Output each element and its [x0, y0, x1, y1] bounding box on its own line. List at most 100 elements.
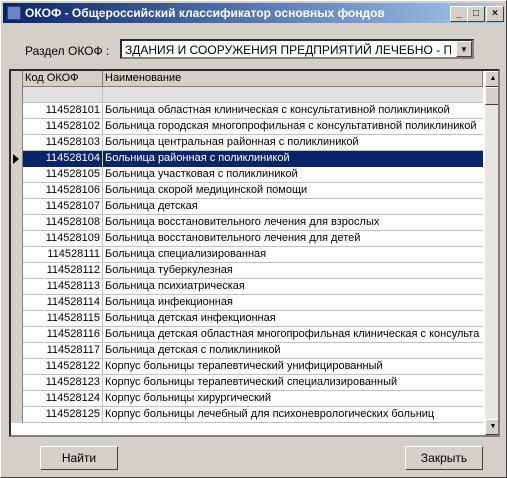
cell-code[interactable]: 114528107	[23, 199, 103, 215]
close-button[interactable]: Закрыть	[405, 446, 483, 470]
row-indicator[interactable]	[11, 263, 23, 279]
filter-code-cell[interactable]	[23, 87, 103, 103]
find-button[interactable]: Найти	[40, 446, 118, 470]
row-indicator[interactable]	[11, 359, 23, 375]
cell-code[interactable]: 114528123	[23, 375, 103, 391]
table-row[interactable]: 114528112 Больница туберкулезная	[11, 263, 483, 279]
cell-code[interactable]: 114528104	[23, 151, 103, 167]
cell-name[interactable]: Больница детская	[103, 199, 483, 215]
cell-code[interactable]: 114528116	[23, 327, 103, 343]
row-indicator[interactable]	[11, 343, 23, 359]
cell-name[interactable]: Больница участковая с поликлиникой	[103, 167, 483, 183]
cell-code[interactable]: 114528108	[23, 215, 103, 231]
cell-code[interactable]: 114528124	[23, 391, 103, 407]
table-row[interactable]: 114528125 Корпус больницы лечебный для пс…	[11, 407, 483, 423]
row-indicator[interactable]	[11, 135, 23, 151]
row-indicator[interactable]	[11, 215, 23, 231]
dropdown-arrow-icon[interactable]: ▼	[456, 41, 472, 57]
cell-code[interactable]: 114528115	[23, 311, 103, 327]
cell-name[interactable]: Больница детская областная многопрофильн…	[103, 327, 483, 343]
maximize-button[interactable]: □	[467, 6, 485, 22]
table-row[interactable]: 114528108 Больница восстановительного леч…	[11, 215, 483, 231]
table-row[interactable]: 114528114 Больница инфекционная	[11, 295, 483, 311]
cell-name[interactable]: Больница восстановительного лечения для …	[103, 215, 483, 231]
okof-grid[interactable]: Код ОКОФ Наименование 114528101 Больница …	[9, 69, 500, 437]
filter-name-cell[interactable]	[103, 87, 483, 103]
table-row[interactable]: 114528113 Больница психиатрическая	[11, 279, 483, 295]
title-bar[interactable]: ОКОФ - Общероссийский классификатор осно…	[3, 3, 504, 23]
table-row[interactable]: 114528101 Больница областная клиническая …	[11, 103, 483, 119]
row-indicator[interactable]	[11, 327, 23, 343]
cell-name[interactable]: Больница детская инфекционная	[103, 311, 483, 327]
cell-name[interactable]: Корпус больницы лечебный для психоневрол…	[103, 407, 483, 423]
row-indicator[interactable]	[11, 295, 23, 311]
cell-name[interactable]: Больница центральная районная с поликлин…	[103, 135, 483, 151]
table-row[interactable]: 114528124 Корпус больницы хирургический	[11, 391, 483, 407]
column-header-code[interactable]: Код ОКОФ	[23, 71, 103, 87]
row-indicator[interactable]	[11, 231, 23, 247]
cell-code[interactable]: 114528113	[23, 279, 103, 295]
scroll-thumb[interactable]	[485, 87, 498, 105]
cell-name[interactable]: Корпус больницы хирургический	[103, 391, 483, 407]
row-indicator[interactable]	[11, 375, 23, 391]
cell-code[interactable]: 114528111	[23, 247, 103, 263]
table-row[interactable]: 114528111 Больница специализированная	[11, 247, 483, 263]
row-indicator[interactable]	[11, 119, 23, 135]
cell-name[interactable]: Корпус больницы терапевтический унифицир…	[103, 359, 483, 375]
cell-code[interactable]: 114528106	[23, 183, 103, 199]
cell-name[interactable]: Больница психиатрическая	[103, 279, 483, 295]
cell-name[interactable]: Больница специализированная	[103, 247, 483, 263]
cell-name[interactable]: Больница районная с поликлиникой	[103, 151, 483, 167]
cell-name[interactable]: Больница скорой медицинской помощи	[103, 183, 483, 199]
section-select[interactable]: ЗДАНИЯ И СООРУЖЕНИЯ ПРЕДПРИЯТИЙ ЛЕЧЕБНО …	[120, 39, 474, 59]
row-indicator[interactable]	[11, 103, 23, 119]
cell-code[interactable]: 114528109	[23, 231, 103, 247]
cell-name[interactable]: Больница инфекционная	[103, 295, 483, 311]
row-indicator[interactable]	[11, 199, 23, 215]
table-row[interactable]: 114528122 Корпус больницы терапевтический…	[11, 359, 483, 375]
scroll-up-icon[interactable]: ▲	[485, 71, 498, 87]
minimize-button[interactable]: _	[450, 6, 468, 22]
cell-name[interactable]: Больница городская многопрофильная с кон…	[103, 119, 483, 135]
table-row[interactable]: 114528106 Больница скорой медицинской пом…	[11, 183, 483, 199]
table-row[interactable]: 114528117 Больница детская с поликлиникой	[11, 343, 483, 359]
scroll-down-icon[interactable]: ▼	[485, 419, 498, 435]
column-header-name[interactable]: Наименование	[103, 71, 483, 87]
cell-code[interactable]: 114528122	[23, 359, 103, 375]
table-row[interactable]: 114528104 Больница районная с поликлинико…	[11, 151, 483, 167]
table-row[interactable]: 114528115 Больница детская инфекционная	[11, 311, 483, 327]
table-row[interactable]: 114528107 Больница детская	[11, 199, 483, 215]
table-row[interactable]: 114528105 Больница участковая с поликлини…	[11, 167, 483, 183]
cell-name[interactable]: Больница восстановительного лечения для …	[103, 231, 483, 247]
row-indicator[interactable]	[11, 391, 23, 407]
cell-code[interactable]: 114528114	[23, 295, 103, 311]
table-row[interactable]: 114528109 Больница восстановительного леч…	[11, 231, 483, 247]
cell-code[interactable]: 114528103	[23, 135, 103, 151]
table-row[interactable]: 114528123 Корпус больницы терапевтический…	[11, 375, 483, 391]
cell-code[interactable]: 114528125	[23, 407, 103, 423]
row-indicator[interactable]	[11, 183, 23, 199]
row-indicator[interactable]	[11, 311, 23, 327]
row-indicator[interactable]	[11, 407, 23, 423]
cell-name[interactable]: Больница областная клиническая с консуль…	[103, 103, 483, 119]
cell-code[interactable]: 114528105	[23, 167, 103, 183]
cell-name[interactable]: Больница туберкулезная	[103, 263, 483, 279]
row-indicator[interactable]	[11, 279, 23, 295]
cell-name[interactable]: Больница детская с поликлиникой	[103, 343, 483, 359]
table-row[interactable]: 114528116 Больница детская областная мног…	[11, 327, 483, 343]
grid-filter-row[interactable]	[11, 87, 483, 103]
row-indicator[interactable]	[11, 167, 23, 183]
table-row[interactable]: 114528103 Больница центральная районная с…	[11, 135, 483, 151]
close-window-button[interactable]: ×	[486, 6, 504, 22]
cell-code[interactable]: 114528112	[23, 263, 103, 279]
row-indicator[interactable]	[11, 247, 23, 263]
table-row[interactable]: 114528102 Больница городская многопрофиль…	[11, 119, 483, 135]
row-indicator[interactable]	[11, 151, 23, 167]
vertical-scrollbar[interactable]: ▲ ▼	[485, 71, 498, 435]
cell-code[interactable]: 114528102	[23, 119, 103, 135]
cell-name[interactable]: Корпус больницы терапевтический специали…	[103, 375, 483, 391]
header-indicator	[11, 71, 23, 87]
cell-code[interactable]: 114528101	[23, 103, 103, 119]
section-label: Раздел ОКОФ :	[25, 44, 110, 58]
cell-code[interactable]: 114528117	[23, 343, 103, 359]
